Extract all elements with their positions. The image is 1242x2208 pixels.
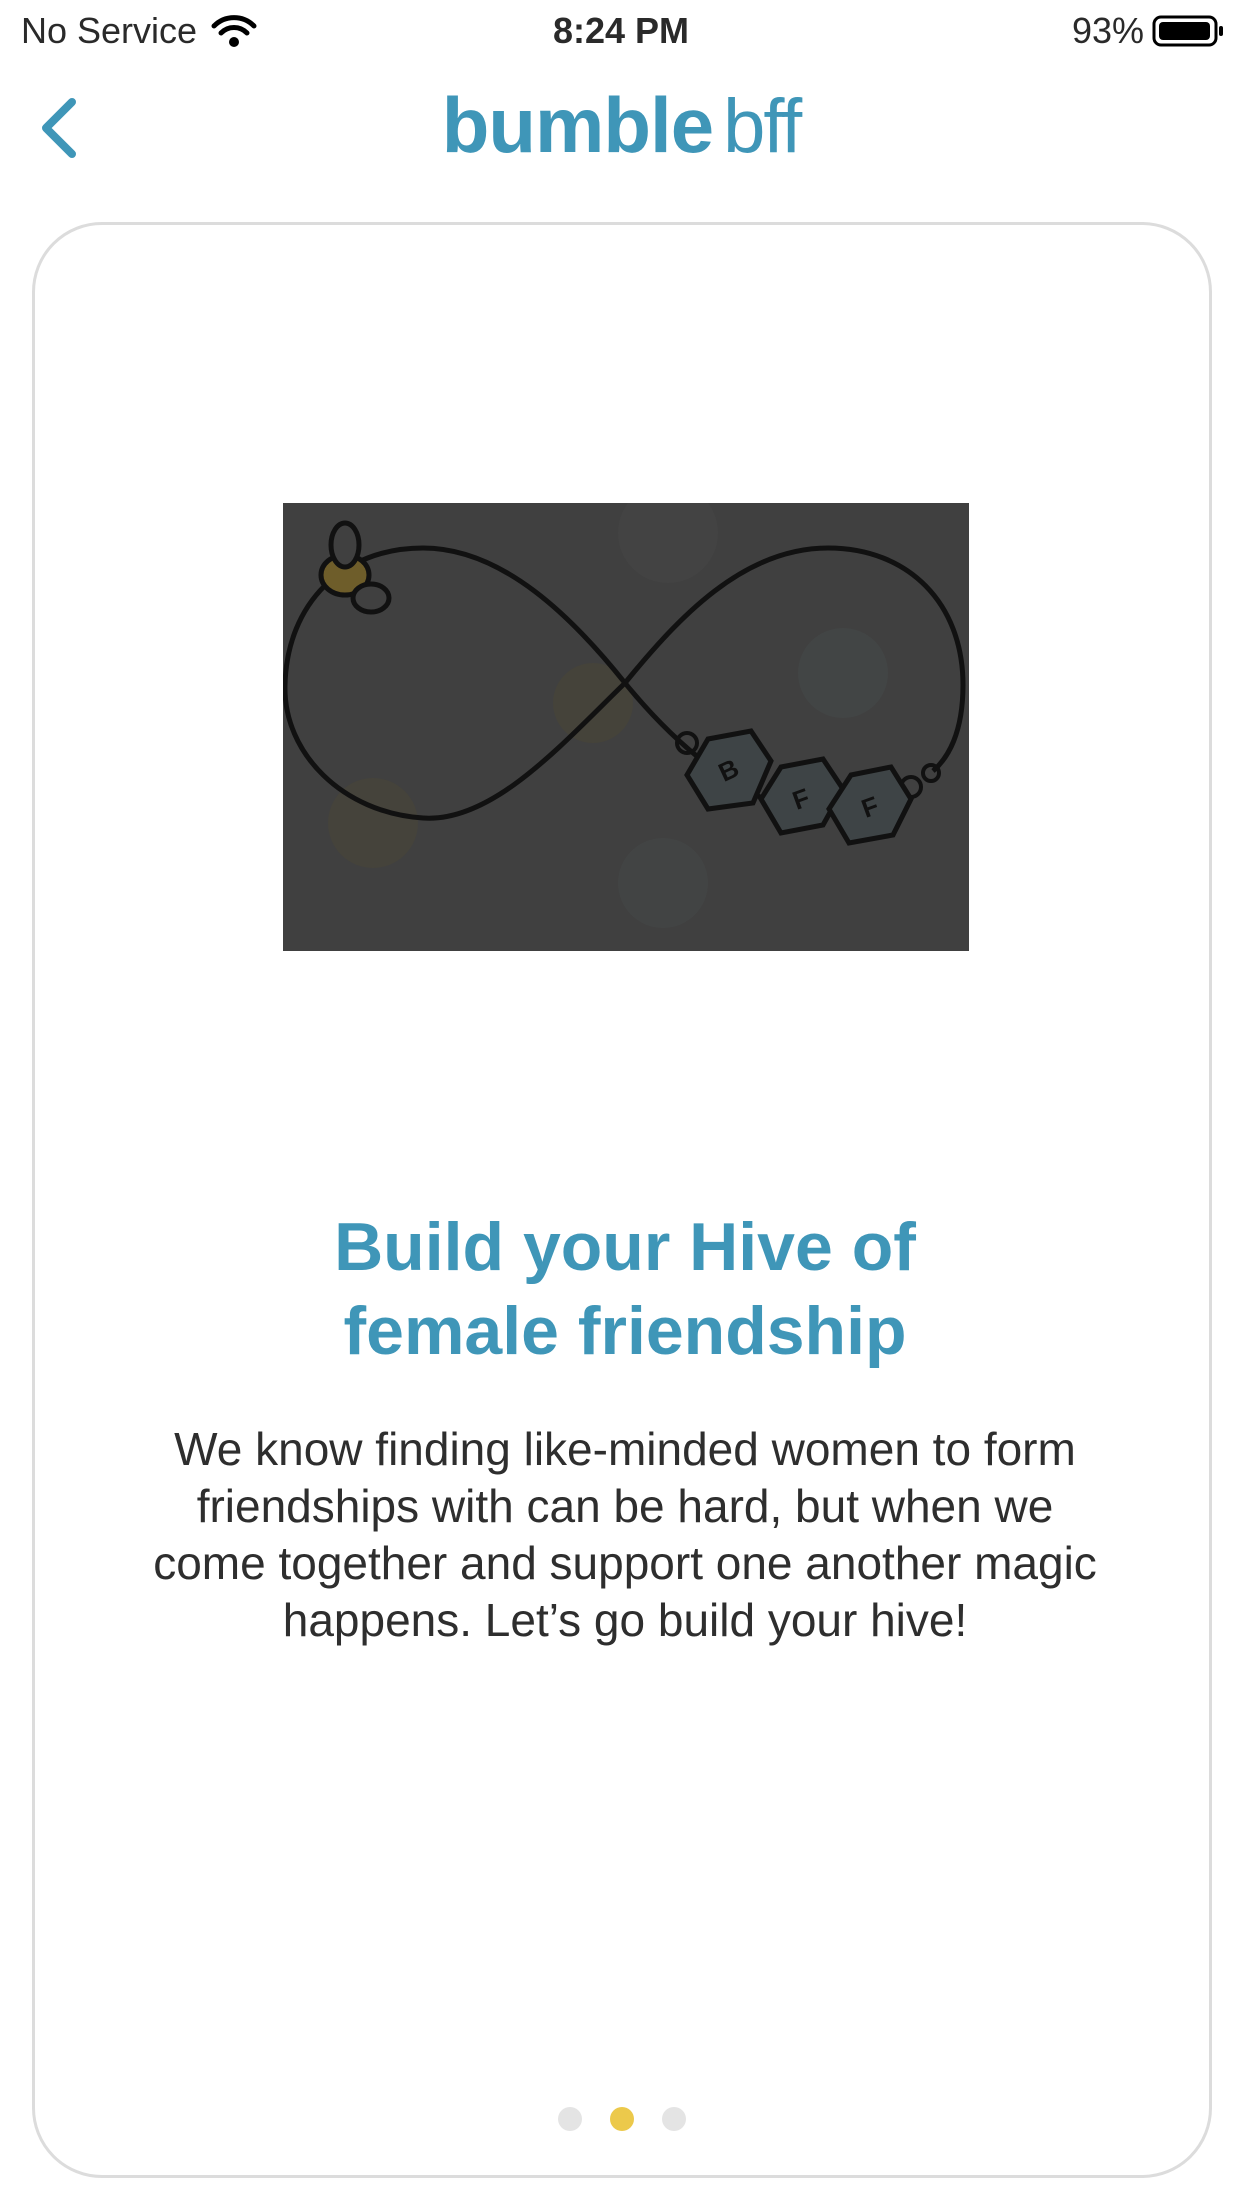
logo-primary: bumble xyxy=(441,81,714,169)
body-line-1: We know finding like-minded women to for… xyxy=(174,1423,1076,1475)
bee-infinity-icon: B F F xyxy=(283,503,966,928)
clock: 8:24 PM xyxy=(552,10,690,51)
onboarding-title: Build your Hive of female friendship xyxy=(95,1205,1155,1373)
infinity-bracelet-illustration: B F F xyxy=(283,503,969,951)
title-line-2: female friendship xyxy=(343,1293,907,1369)
title-line-1: Build your Hive of xyxy=(334,1209,916,1285)
battery-icon xyxy=(1152,15,1223,47)
onboarding-description: We know finding like-minded women to for… xyxy=(95,1421,1155,1649)
body-line-3: come together and support one another ma… xyxy=(153,1537,1097,1589)
body-line-4: happens. Let’s go build your hive! xyxy=(282,1594,968,1646)
status-bar: No Service 8:24 PM 93% xyxy=(0,0,1242,62)
onboarding-card: B F F Build your Hive of female friendsh… xyxy=(32,222,1212,2178)
nav-header: bumble bff xyxy=(0,62,1242,182)
status-right: 93% xyxy=(1072,10,1226,52)
page-dot-1[interactable] xyxy=(558,2107,582,2131)
page-dot-2[interactable] xyxy=(610,2107,634,2131)
bumble-bff-logo: bumble bff xyxy=(0,80,1242,171)
body-line-2: friendships with can be hard, but when w… xyxy=(196,1480,1054,1532)
logo-secondary: bff xyxy=(723,84,802,169)
page-dot-3[interactable] xyxy=(662,2107,686,2131)
battery-percent: 93% xyxy=(1071,10,1144,51)
page-indicator xyxy=(35,2107,1209,2131)
